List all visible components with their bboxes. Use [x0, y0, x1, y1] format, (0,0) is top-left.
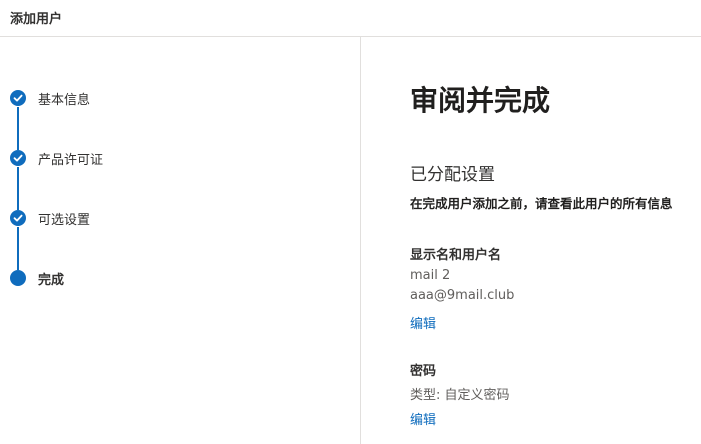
review-instructions: 在完成用户添加之前，请查看此用户的所有信息 [410, 196, 673, 211]
password-type-value: 类型: 自定义密码 [410, 388, 510, 403]
edit-password-link[interactable]: 编辑 [410, 409, 436, 428]
current-step-dot-icon [10, 270, 26, 286]
step-basic-info[interactable]: 基本信息 [10, 89, 91, 108]
step-label: 产品许可证 [38, 152, 104, 168]
edit-display-name-link[interactable]: 编辑 [410, 313, 436, 332]
step-optional-settings[interactable]: 可选设置 [10, 209, 91, 228]
section-title: 已分配设置 [410, 165, 495, 185]
top-bar: 添加用户 [0, 0, 701, 37]
step-label: 完成 [38, 272, 65, 288]
step-label: 可选设置 [38, 212, 91, 228]
checkmark-icon [10, 90, 26, 106]
page-title: 审阅并完成 [410, 84, 551, 117]
step-label: 基本信息 [38, 92, 91, 108]
display-name-value: mail 2 [410, 268, 451, 283]
username-value: aaa@9mail.club [410, 288, 515, 303]
step-connector [17, 107, 19, 150]
password-section-title: 密码 [410, 364, 437, 379]
checkmark-icon [10, 210, 26, 226]
step-product-license[interactable]: 产品许可证 [10, 149, 104, 168]
review-pane: 审阅并完成 已分配设置 在完成用户添加之前，请查看此用户的所有信息 显示名和用户… [362, 37, 701, 444]
step-connector [17, 167, 19, 210]
wizard-steps-pane: 基本信息 产品许可证 可选设置 完成 [0, 37, 361, 444]
checkmark-icon [10, 150, 26, 166]
panel-title: 添加用户 [10, 12, 63, 27]
display-name-section-title: 显示名和用户名 [410, 248, 502, 263]
step-connector [17, 227, 19, 270]
step-finish[interactable]: 完成 [10, 269, 65, 288]
